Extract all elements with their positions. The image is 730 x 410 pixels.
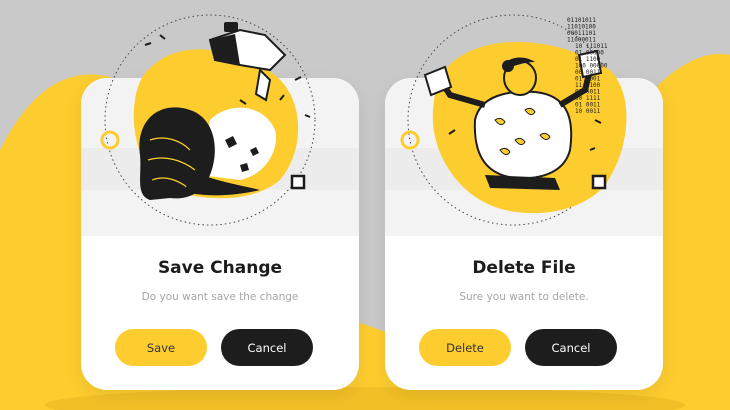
save-button[interactable]: Save	[115, 329, 207, 366]
binary-line: 10 0011	[575, 108, 601, 115]
cancel-button[interactable]: Cancel	[221, 329, 313, 366]
delete-button[interactable]: Delete	[419, 329, 511, 366]
cancel-button[interactable]: Cancel	[525, 329, 617, 366]
dialog-title: Delete File	[472, 258, 576, 278]
dialog-message: Sure you want to delete.	[459, 291, 589, 303]
man-delete-files-illustration-icon: 0110101111010100000111011100001110 11101…	[400, 14, 627, 226]
dialog-title: Save Change	[157, 258, 283, 278]
dialog-message: Do you want save the change	[141, 291, 299, 303]
woman-puzzle-illustration-icon	[100, 14, 316, 226]
